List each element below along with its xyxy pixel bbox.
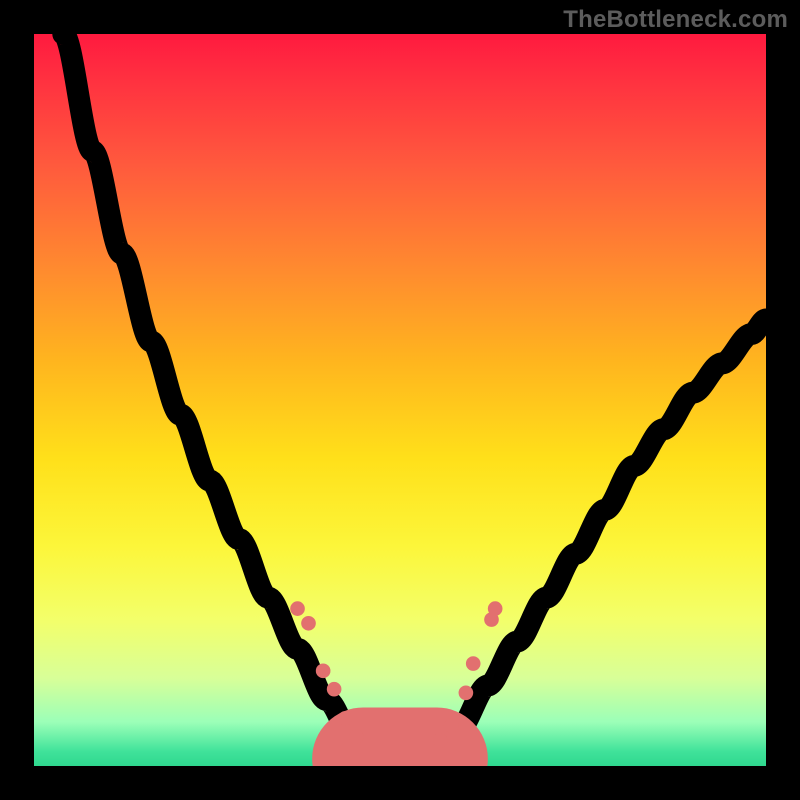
marker-dot xyxy=(433,733,448,748)
chart-frame: TheBottleneck.com xyxy=(0,0,800,800)
marker-dot xyxy=(290,601,305,616)
plot-area xyxy=(34,34,766,766)
right-curve xyxy=(429,319,766,758)
marker-dot xyxy=(488,601,503,616)
marker-dot xyxy=(466,656,481,671)
marker-dot xyxy=(327,682,342,697)
chart-svg xyxy=(34,34,766,766)
marker-dot xyxy=(459,685,474,700)
marker-dot xyxy=(316,664,331,679)
marker-dot xyxy=(349,729,364,744)
marker-dot xyxy=(301,616,316,631)
watermark-text: TheBottleneck.com xyxy=(563,6,788,34)
marker-dot xyxy=(444,718,459,733)
marker-dot xyxy=(338,711,353,726)
left-curve xyxy=(63,34,370,759)
